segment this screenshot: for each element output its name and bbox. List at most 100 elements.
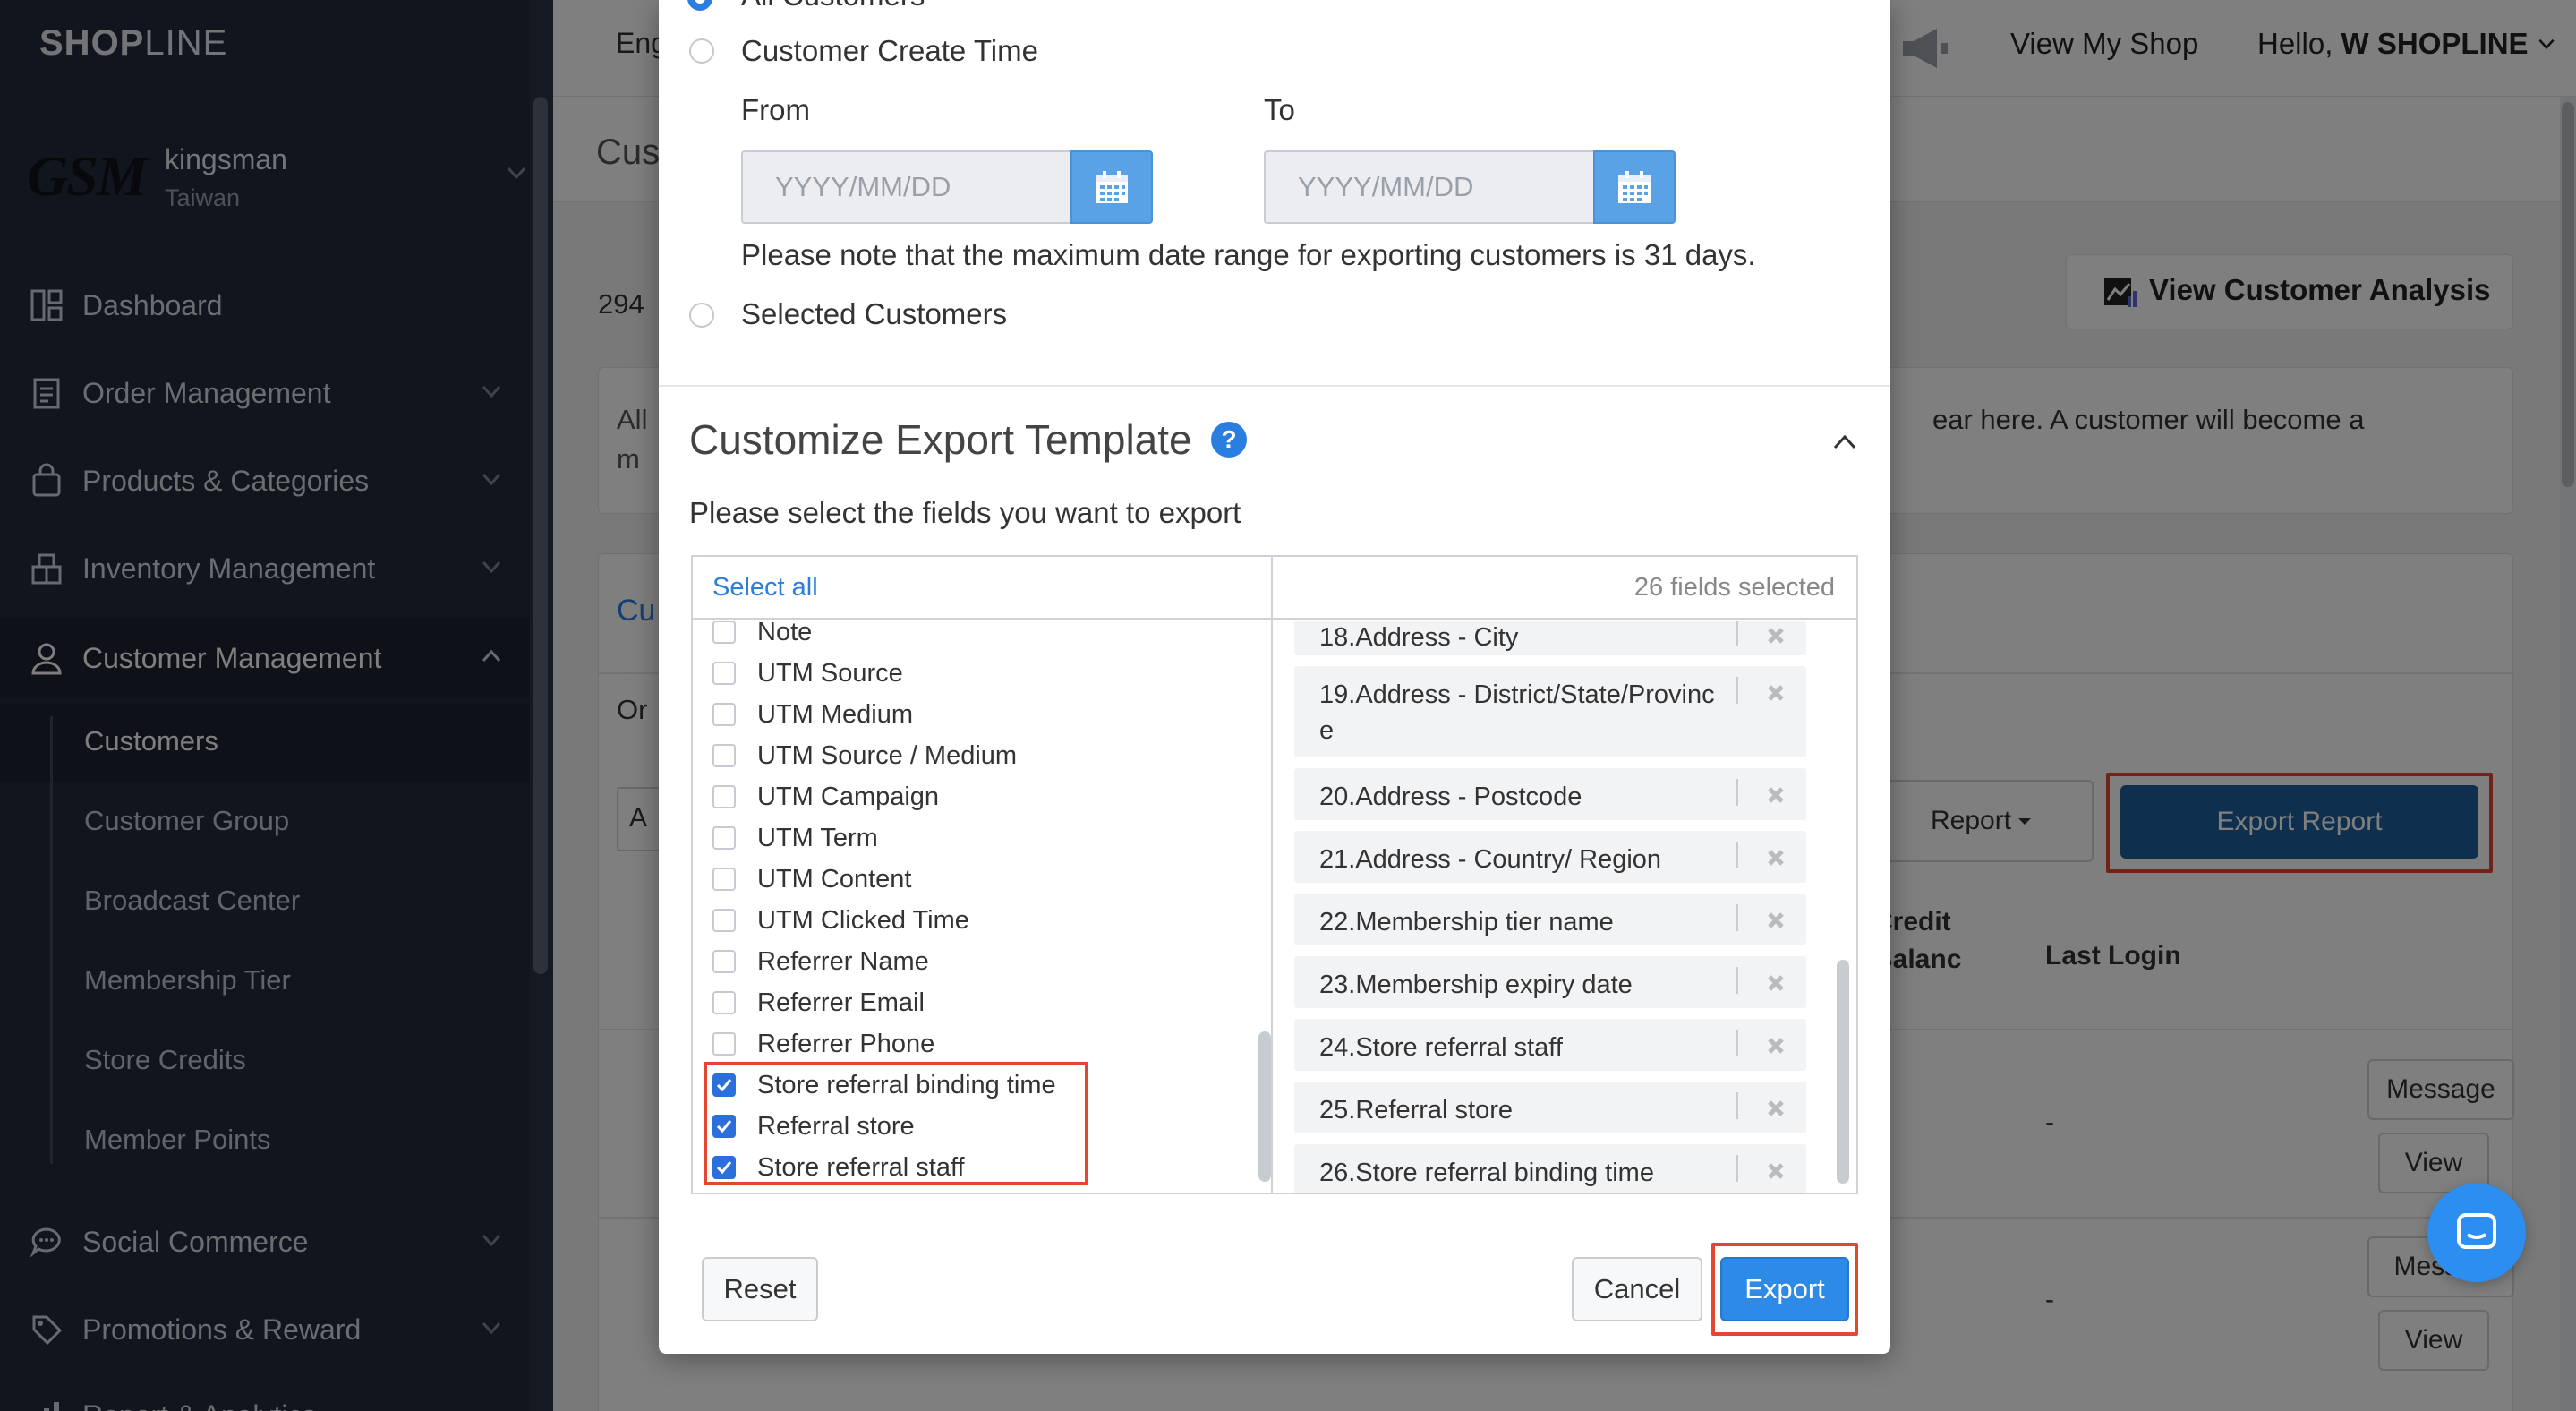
remove-field-icon[interactable] [1760,779,1792,811]
selected-field-label: 24.Store referral staff [1319,1033,1563,1062]
field-label: UTM Campaign [757,782,940,811]
field-checkbox-row[interactable]: UTM Term [712,818,878,858]
to-calendar-button[interactable] [1593,150,1676,224]
help-icon[interactable]: ? [1210,421,1248,458]
remove-field-icon[interactable] [1760,1092,1792,1125]
to-date-input[interactable]: YYYY/MM/DD [1264,150,1595,224]
selected-field-label: 25.Referral store [1319,1096,1513,1125]
field-checkbox-row[interactable]: UTM Content [712,859,911,899]
checkbox[interactable] [712,991,736,1014]
checkbox[interactable] [712,621,736,644]
remove-field-icon[interactable] [1760,1030,1792,1062]
selected-field-label: 18.Address - City [1319,623,1519,652]
separator [1736,1030,1738,1056]
remove-field-icon[interactable] [1760,1155,1792,1187]
live-chat-button[interactable] [2427,1184,2526,1282]
selected-field-row: 18.Address - City [1294,621,1806,655]
to-label: To [1264,93,1295,126]
separator [1736,967,1738,994]
fields-selected-count: 26 fields selected [1273,557,1856,620]
selected-field-row: 20.Address - Postcode [1294,768,1806,820]
selected-fields-scrollbar[interactable] [1837,960,1849,1184]
separator [1736,677,1738,704]
checkbox[interactable] [712,1032,736,1056]
checkbox[interactable] [712,868,736,891]
from-label: From [741,93,810,126]
selected-field-label: 23.Membership expiry date [1319,971,1633,999]
separator [1736,1155,1738,1182]
field-checkbox-row[interactable]: UTM Source / Medium [712,736,1017,775]
selected-fields-panel: 26 fields selected 18.Address - City 19.… [1273,555,1858,1194]
field-checkbox-row[interactable]: Referrer Email [712,983,925,1022]
selected-field-row: 25.Referral store [1294,1082,1806,1133]
section-divider [659,385,1890,387]
separator [1736,779,1738,806]
calendar-icon [1096,171,1128,203]
selected-field-row: 19.Address - District/State/Provinc e [1294,666,1806,757]
customer-create-time-radio[interactable] [689,38,714,64]
from-calendar-button[interactable] [1070,150,1153,224]
cancel-button[interactable]: Cancel [1572,1257,1702,1321]
checkbox[interactable] [712,785,736,808]
svg-text:?: ? [1221,425,1236,453]
remove-field-icon[interactable] [1760,904,1792,936]
template-hint: Please select the fields you want to exp… [689,496,1241,529]
field-label: Note [757,621,813,646]
checkbox[interactable] [712,662,736,685]
select-all-link[interactable]: Select all [693,557,1271,620]
chevron-up-icon[interactable] [1831,432,1858,453]
field-checkbox-row[interactable]: UTM Medium [712,695,913,734]
field-checkbox-row[interactable]: Note [712,621,812,652]
selected-customers-label: Selected Customers [741,297,1008,330]
customer-create-time-label: Customer Create Time [741,34,1038,67]
date-range-note: Please note that the maximum date range … [741,238,1756,271]
remove-field-icon[interactable] [1760,967,1792,999]
available-fields-scrollbar[interactable] [1258,1031,1271,1182]
remove-field-icon[interactable] [1760,842,1792,874]
field-checkbox-row[interactable]: UTM Campaign [712,777,939,817]
field-label: Referrer Name [757,946,929,976]
checked-fields-highlight [704,1062,1088,1185]
selected-customers-radio[interactable] [689,303,714,328]
field-label: UTM Source [757,658,903,688]
selected-field-row: 23.Membership expiry date [1294,956,1806,1008]
field-label: Referrer Phone [757,1029,935,1058]
field-checkbox-row[interactable]: UTM Clicked Time [712,901,969,940]
separator [1736,621,1738,646]
separator [1736,842,1738,868]
export-customers-modal: All Customers Customer Create Time From … [659,0,1890,1354]
all-customers-radio[interactable] [687,0,712,11]
checkbox[interactable] [712,826,736,850]
selected-field-label: 22.Membership tier name [1319,908,1614,936]
field-checkbox-row[interactable]: Referrer Name [712,942,929,981]
selected-field-row: 21.Address - Country/ Region [1294,831,1806,883]
calendar-icon [1618,171,1651,203]
selected-fields-list: 18.Address - City 19.Address - District/… [1273,621,1856,1193]
selected-field-label: 26.Store referral binding time [1319,1159,1654,1187]
selected-field-row: 26.Store referral binding time [1294,1144,1806,1193]
checkbox[interactable] [712,744,736,767]
all-customers-option-clip: All Customers [659,0,1890,11]
selected-field-row: 24.Store referral staff [1294,1019,1806,1071]
selected-field-label: 19.Address - District/State/Provinc e [1319,680,1715,745]
field-label: UTM Term [757,823,878,852]
field-checkbox-row[interactable]: Referrer Phone [712,1024,934,1064]
field-label: UTM Clicked Time [757,905,969,935]
selected-field-row: 22.Membership tier name [1294,894,1806,945]
all-customers-label: All Customers [741,0,925,11]
remove-field-icon[interactable] [1760,621,1792,652]
reset-button[interactable]: Reset [702,1257,818,1321]
checkbox[interactable] [712,909,736,932]
separator [1736,904,1738,931]
export-button-highlight [1711,1243,1858,1336]
available-fields-panel: Select all Note UTM Source UTM Medium UT… [691,555,1273,1194]
from-date-input[interactable]: YYYY/MM/DD [741,150,1072,224]
field-label: Referrer Email [757,988,925,1017]
checkbox[interactable] [712,703,736,726]
remove-field-icon[interactable] [1760,677,1792,709]
template-title: Customize Export Template [689,416,1192,463]
checkbox[interactable] [712,950,736,973]
field-checkbox-row[interactable]: UTM Source [712,654,903,693]
selected-field-label: 20.Address - Postcode [1319,782,1582,811]
selected-field-label: 21.Address - Country/ Region [1319,845,1662,874]
